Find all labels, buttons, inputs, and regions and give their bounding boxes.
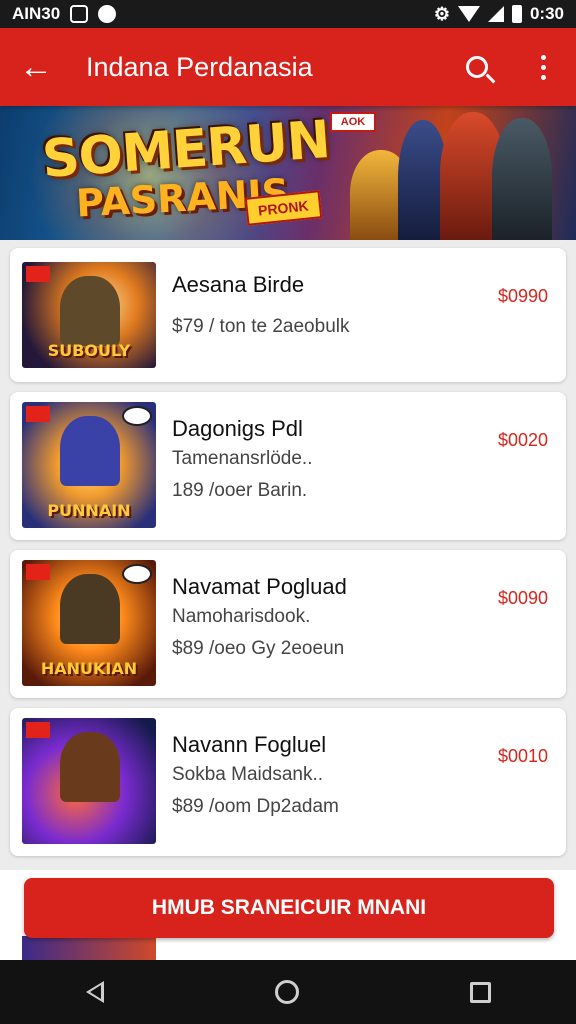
character-figure — [60, 276, 120, 346]
badge-icon — [122, 564, 152, 584]
game-title: Dagonigs Pdl — [172, 416, 303, 441]
thumbnail-label: PUNNAIN — [47, 501, 131, 520]
battery-icon — [511, 5, 522, 23]
game-price: $0010 — [497, 746, 548, 766]
nav-home-icon[interactable] — [274, 980, 299, 1004]
sale-tag-icon — [26, 722, 50, 738]
banner-badge: AOK — [330, 112, 376, 132]
sale-tag-icon — [26, 564, 50, 580]
wifi-icon — [457, 6, 480, 22]
game-title: Navann Fogluel — [172, 732, 327, 757]
character-figure — [60, 732, 120, 802]
page-title: Indana Perdanasia — [86, 51, 313, 82]
search-icon — [466, 56, 488, 78]
game-thumbnail — [22, 936, 156, 960]
primary-action-button[interactable]: HMUB SRANEICUIR MNANI — [24, 878, 554, 938]
nav-recents-icon[interactable] — [469, 981, 491, 1003]
character-figure — [60, 416, 120, 486]
game-price: $0090 — [497, 588, 548, 608]
game-title: Aesana Birde — [172, 272, 305, 297]
settings-status-icon: ⚙ — [433, 3, 450, 24]
game-description: Namoharisdook. — [172, 606, 311, 627]
game-price: $0990 — [497, 286, 548, 306]
back-button[interactable]: ← — [0, 28, 72, 106]
game-title: Navamat Pogluad — [172, 574, 347, 599]
game-card[interactable]: PUNNAIN Dagonigs Pdl Tamenansrlöde.. 189… — [10, 392, 566, 540]
game-thumbnail: PUNNAIN — [22, 402, 156, 528]
game-card[interactable]: HANUKIAN Navamat Pogluad Namoharisdook. … — [10, 550, 566, 698]
nav-back-icon[interactable] — [85, 981, 104, 1003]
signal-icon — [487, 6, 504, 22]
app-bar: ← Indana Perdanasia — [0, 28, 576, 106]
more-vert-icon — [540, 54, 546, 80]
game-thumbnail — [22, 718, 156, 844]
game-description: Sokba Maidsank.. — [172, 764, 324, 785]
app-notification-icon — [98, 5, 117, 23]
game-meta: $89 /oom Dp2adam — [172, 796, 339, 817]
search-button[interactable] — [444, 28, 510, 106]
sale-tag-icon — [26, 406, 50, 422]
game-meta: $79 / ton te 2aeobulk — [172, 316, 350, 337]
sale-tag-icon — [26, 266, 50, 282]
game-thumbnail: HANUKIAN — [22, 560, 156, 686]
arrow-left-icon: ← — [19, 47, 53, 86]
game-description: Tamenansrlöde.. — [172, 448, 313, 469]
thumbnail-label: HANUKIAN — [40, 659, 138, 678]
system-nav-bar — [0, 960, 576, 1024]
badge-icon — [122, 406, 152, 426]
character-figure — [60, 574, 120, 644]
status-time-right: 0:30 — [529, 4, 564, 23]
game-thumbnail: SUBOULY — [22, 262, 156, 368]
game-price: $0020 — [497, 430, 548, 450]
game-list: SUBOULY Aesana Birde $79 / ton te 2aeobu… — [10, 248, 566, 866]
status-time-left: AIN30 — [12, 4, 61, 23]
status-bar: AIN30 ⚙ 0:30 — [0, 0, 576, 28]
promo-banner[interactable]: SOMERUN PASRANIS PRONK AOK — [0, 106, 576, 240]
game-meta: $89 /oeo Gy 2eoeun — [172, 638, 345, 659]
notification-icon — [70, 5, 89, 23]
game-card[interactable]: SUBOULY Aesana Birde $79 / ton te 2aeobu… — [10, 248, 566, 382]
game-meta: 189 /ooer Barin. — [172, 480, 308, 501]
game-card[interactable]: Navann Fogluel Sokba Maidsank.. $89 /oom… — [10, 708, 566, 856]
thumbnail-label: SUBOULY — [47, 341, 131, 360]
overflow-menu-button[interactable] — [510, 28, 576, 106]
banner-hero-image — [492, 118, 552, 240]
